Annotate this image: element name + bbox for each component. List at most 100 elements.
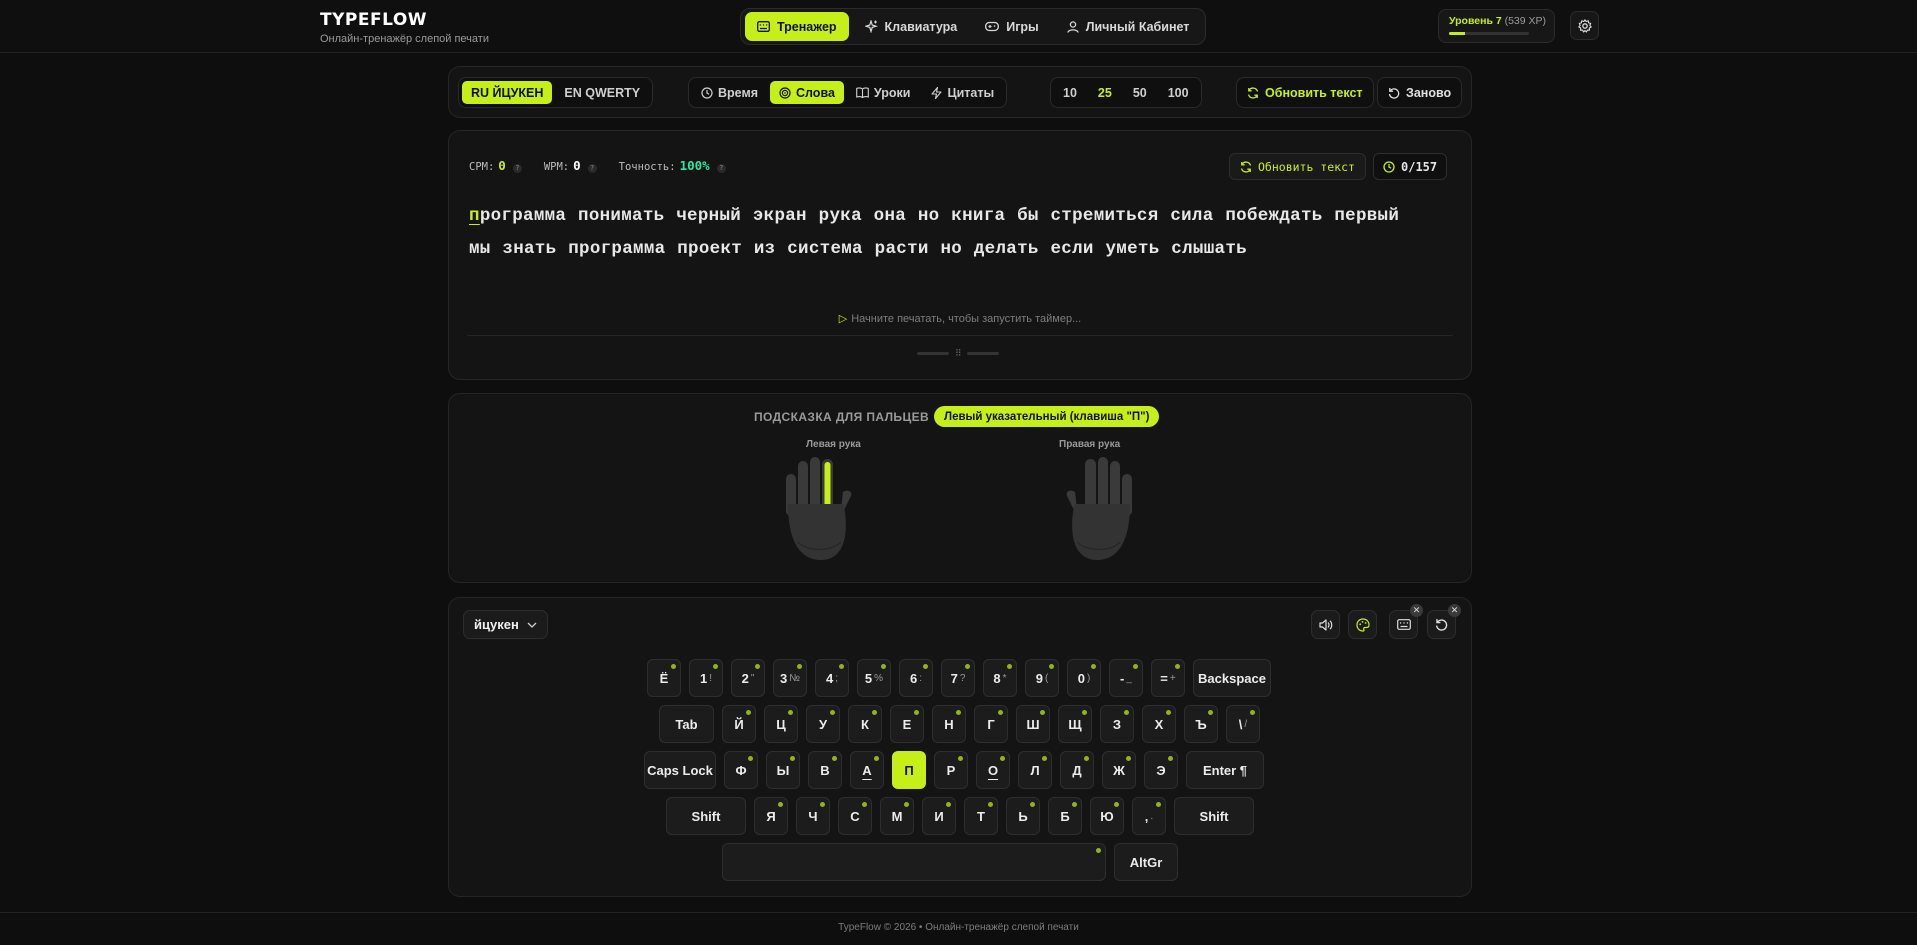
key[interactable]: Д [1060,751,1094,789]
key-label: = [1160,670,1168,686]
count-50-button[interactable]: 50 [1124,81,1156,104]
key[interactable]: Caps Lock [644,751,716,789]
mode-quotes-button[interactable]: Цитаты [922,81,1003,104]
key[interactable]: Й [722,705,756,743]
key[interactable]: Shift [1174,797,1254,835]
key[interactable]: Щ [1058,705,1092,743]
refresh-text-button[interactable]: Обновить текст [1236,77,1374,108]
key[interactable]: 8 * [983,659,1017,697]
key[interactable]: Ч [796,797,830,835]
key-label: Д [1072,762,1082,778]
layout-en-button[interactable]: EN QWERTY [555,81,649,104]
restart-button[interactable]: Заново [1377,77,1463,108]
key[interactable]: 7? [941,659,975,697]
key[interactable]: Л [1018,751,1052,789]
key[interactable]: К [848,705,882,743]
key[interactable]: Н [932,705,966,743]
key[interactable]: 6: [899,659,933,697]
key[interactable]: Е [890,705,924,743]
nav-item-keyboard[interactable]: Клавиатура [853,12,970,41]
key[interactable]: Ы [766,751,800,789]
mode-lessons-button[interactable]: Уроки [847,81,920,104]
key[interactable]: Х [1142,705,1176,743]
key[interactable]: Ю [1090,797,1124,835]
key-space[interactable] [722,843,1106,881]
key[interactable]: В [808,751,842,789]
key[interactable]: 4; [815,659,849,697]
refresh-text-inline-button[interactable]: Обновить текст [1229,153,1366,180]
key[interactable]: Ж [1102,751,1136,789]
theme-palette-button[interactable] [1348,610,1377,639]
key[interactable]: У [806,705,840,743]
help-icon[interactable]: ? [716,164,726,173]
help-icon[interactable]: ? [587,164,597,173]
close-icon[interactable]: ✕ [1410,604,1423,617]
key[interactable]: И [922,797,956,835]
count-100-button[interactable]: 100 [1159,81,1198,104]
key[interactable]: З [1100,705,1134,743]
key[interactable]: 3 № [773,659,807,697]
key[interactable]: Ь [1006,797,1040,835]
resize-handle[interactable]: ⠿ [917,348,999,359]
key[interactable]: 1! [689,659,723,697]
stat-label: Точность: [618,161,676,173]
key[interactable]: О [976,751,1010,789]
key-label: 6 [909,670,918,686]
key[interactable]: 0) [1067,659,1101,697]
count-10-button[interactable]: 10 [1054,81,1086,104]
finger-dot [946,802,951,807]
key[interactable]: Б [1048,797,1082,835]
key[interactable]: Ц [764,705,798,743]
key[interactable]: Enter ¶ [1186,751,1264,789]
stat-cpm: CPM: 0 ? [469,158,522,173]
nav-item-trainer[interactable]: Тренажер [745,12,849,41]
key[interactable]: - _ [1109,659,1143,697]
key[interactable]: ,. [1132,797,1166,835]
key[interactable]: Ё [647,659,681,697]
key[interactable]: Р [934,751,968,789]
key[interactable]: А [850,751,884,789]
key[interactable]: AltGr [1114,843,1178,881]
refresh-text-label: Обновить текст [1265,85,1363,100]
key[interactable]: \ / [1226,705,1260,743]
finger-dot [788,710,793,715]
key[interactable]: Э [1144,751,1178,789]
key[interactable]: Т [964,797,998,835]
keyboard-layout-select[interactable]: йцукен [463,610,548,639]
key[interactable]: 9( [1025,659,1059,697]
key[interactable]: Shift [666,797,746,835]
key[interactable]: С [838,797,872,835]
key[interactable]: = + [1151,659,1185,697]
key[interactable]: Ъ [1184,705,1218,743]
key[interactable]: Tab [659,705,714,743]
level-indicator[interactable]: Уровень 7 (539 XP) [1438,9,1555,43]
key[interactable]: Ш [1016,705,1050,743]
count-25-button[interactable]: 25 [1089,81,1121,104]
finger-dot [671,664,676,669]
mode-time-button[interactable]: Время [692,81,767,104]
mode-words-button[interactable]: Слова [770,81,844,104]
keyboard-reset-button[interactable]: ✕ [1427,604,1461,639]
key-label: 3 [780,670,788,686]
counter-value: 0/157 [1401,159,1438,174]
nav-item-label: Игры [1006,19,1039,34]
key[interactable]: 5% [857,659,891,697]
key[interactable]: Ф [724,751,758,789]
key[interactable]: Backspace [1193,659,1271,697]
key[interactable]: Г [974,705,1008,743]
key[interactable]: Я [754,797,788,835]
key-label: Г [987,716,995,732]
keyboard-toggle-button[interactable]: ✕ [1389,604,1423,639]
help-icon[interactable]: ? [512,164,522,173]
close-icon[interactable]: ✕ [1448,604,1461,617]
key[interactable]: П [892,751,926,789]
sound-toggle-button[interactable] [1311,610,1340,639]
settings-button[interactable] [1570,11,1599,40]
key[interactable]: М [880,797,914,835]
nav-item-account[interactable]: Личный Кабинет [1055,12,1202,41]
key[interactable]: 2 " [731,659,765,697]
layout-ru-button[interactable]: RU ЙЦУКЕН [462,81,553,104]
brand[interactable]: TYPEFLOW Онлайн-тренажёр слепой печати [320,10,489,45]
nav-item-games[interactable]: Игры [973,12,1051,41]
typing-text[interactable]: программа понимать черный экран рука она… [469,200,1459,266]
